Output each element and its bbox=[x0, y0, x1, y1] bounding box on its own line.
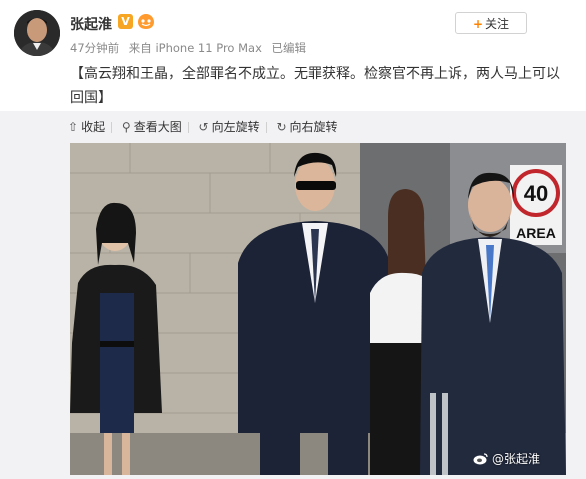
view-large-button[interactable]: ⚲ 查看大图 bbox=[122, 118, 182, 135]
collapse-button[interactable]: ⇧ 收起 bbox=[68, 118, 105, 135]
weibo-post-card: 张起淮 V 47分钟前 来自 iPhone 11 Pro Max 已编辑 + 关注… bbox=[0, 0, 586, 479]
toolbar-divider bbox=[187, 121, 189, 133]
weibo-icon bbox=[473, 453, 488, 465]
view-large-label: 查看大图 bbox=[133, 120, 182, 134]
speed-sign: 40 AREA bbox=[510, 165, 562, 245]
rotate-left-icon: ↺ bbox=[198, 119, 209, 134]
username[interactable]: 张起淮 bbox=[70, 14, 112, 34]
edited-label[interactable]: 已编辑 bbox=[272, 41, 307, 55]
rotate-right-label: 向右旋转 bbox=[289, 120, 338, 134]
zoom-icon: ⚲ bbox=[121, 119, 131, 134]
post-photo[interactable]: 40 AREA @张起淮 bbox=[70, 143, 566, 475]
avatar[interactable] bbox=[14, 10, 60, 56]
toolbar-divider bbox=[111, 121, 113, 133]
vip-badge-icon bbox=[138, 14, 154, 29]
post-time[interactable]: 47分钟前 bbox=[70, 41, 119, 55]
post-source: 来自 iPhone 11 Pro Max bbox=[128, 41, 262, 55]
post-text: 【高云翔和王晶，全部罪名不成立。无罪获释。检察官不再上诉，两人马上可以回国】 bbox=[70, 66, 560, 106]
plus-icon: + bbox=[472, 17, 484, 31]
photo-watermark: @张起淮 bbox=[473, 450, 540, 467]
post-meta: 47分钟前 来自 iPhone 11 Pro Max 已编辑 bbox=[70, 40, 312, 56]
collapse-icon: ⇧ bbox=[68, 119, 79, 134]
follow-label: 关注 bbox=[485, 17, 510, 31]
toolbar-divider bbox=[265, 121, 267, 133]
sign-number: 40 bbox=[524, 181, 548, 206]
follow-button[interactable]: + 关注 bbox=[455, 12, 527, 34]
watermark-text: @张起淮 bbox=[491, 452, 540, 466]
rotate-right-button[interactable]: ↻ 向右旋转 bbox=[276, 118, 337, 135]
photo-image: 40 AREA bbox=[70, 143, 566, 475]
rotate-right-icon: ↻ bbox=[276, 119, 287, 134]
verified-badge-icon: V bbox=[118, 14, 133, 29]
rotate-left-label: 向左旋转 bbox=[211, 120, 260, 134]
media-toolbar: ⇧ 收起 ⚲ 查看大图 ↺ 向左旋转 ↻ 向右旋转 bbox=[68, 118, 344, 136]
avatar-image bbox=[14, 10, 60, 56]
sign-text: AREA bbox=[516, 225, 556, 241]
collapse-label: 收起 bbox=[81, 120, 106, 134]
rotate-left-button[interactable]: ↺ 向左旋转 bbox=[199, 118, 260, 135]
